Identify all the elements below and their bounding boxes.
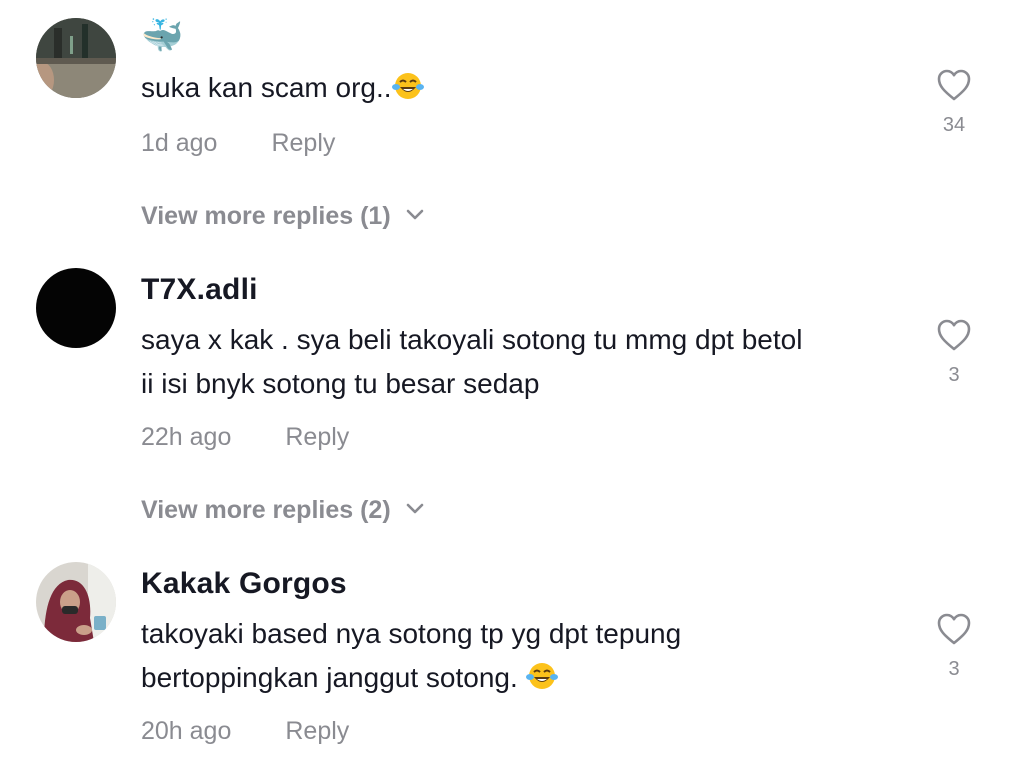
avatar[interactable]: [36, 562, 116, 642]
comment-text-line-2: bertoppingkan janggut sotong.: [141, 656, 911, 704]
like-count: 34: [942, 114, 966, 136]
comment-meta: 22h ago Reply: [141, 423, 349, 452]
view-more-replies-label: View more replies (1): [141, 202, 391, 230]
view-more-replies-button[interactable]: View more replies (1): [141, 202, 425, 231]
heart-outline-icon[interactable]: [936, 68, 972, 102]
comment-meta: 20h ago Reply: [141, 717, 349, 746]
like-count: 3: [948, 658, 960, 680]
comment-timestamp: 20h ago: [141, 717, 232, 745]
comment-text: takoyaki based nya sotong tp yg dpt tepu…: [141, 612, 911, 704]
comment-text-body: suka kan scam org..: [141, 72, 392, 103]
reply-button[interactable]: Reply: [271, 129, 335, 157]
comment-text-body: bertoppingkan janggut sotong.: [141, 662, 518, 693]
like-control: 3: [930, 318, 978, 387]
reply-button[interactable]: Reply: [285, 423, 349, 451]
comment-username[interactable]: 🐳: [141, 16, 184, 56]
tears-of-joy-emoji: [391, 70, 424, 114]
like-control: 34: [930, 68, 978, 137]
view-more-replies-label: View more replies (2): [141, 496, 391, 524]
like-control: 3: [930, 612, 978, 681]
avatar[interactable]: [36, 18, 116, 98]
comment-timestamp: 22h ago: [141, 423, 232, 451]
heart-outline-icon[interactable]: [936, 318, 972, 352]
reply-button[interactable]: Reply: [285, 717, 349, 745]
comment-text-line: ii isi bnyk sotong tu besar sedap: [141, 368, 540, 399]
tears-of-joy-emoji: [525, 660, 558, 704]
comment-username[interactable]: Kakak Gorgos: [141, 567, 347, 601]
like-count: 3: [948, 364, 960, 386]
chevron-down-icon: [406, 210, 423, 220]
comment-timestamp: 1d ago: [141, 129, 218, 157]
chevron-down-icon: [406, 504, 423, 514]
comment-text: saya x kak . sya beli takoyali sotong tu…: [141, 318, 911, 406]
comment-username[interactable]: T7X.adli: [141, 273, 258, 307]
heart-outline-icon[interactable]: [936, 612, 972, 646]
comment-text-line: saya x kak . sya beli takoyali sotong tu…: [141, 324, 803, 355]
comment-meta: 1d ago Reply: [141, 129, 335, 158]
view-more-replies-button[interactable]: View more replies (2): [141, 496, 425, 525]
comment-text: suka kan scam org..: [141, 66, 911, 114]
avatar[interactable]: [36, 268, 116, 348]
comment-text-line: takoyaki based nya sotong tp yg dpt tepu…: [141, 618, 682, 649]
